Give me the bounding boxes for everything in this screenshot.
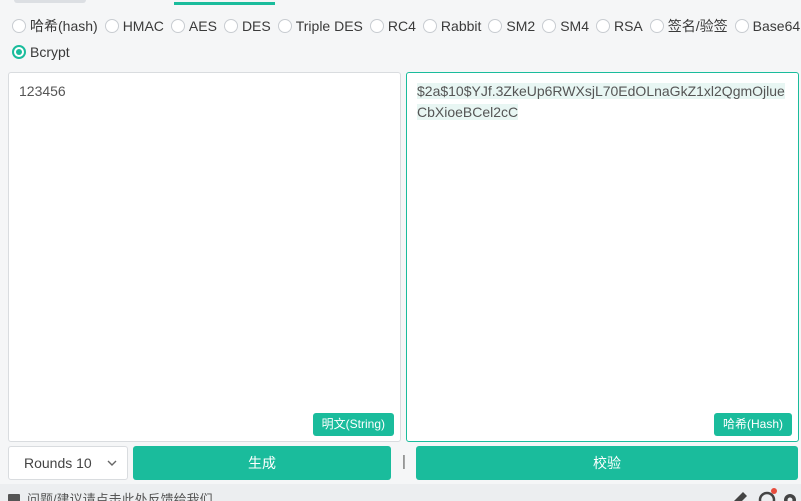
radio-label: RC4 [387, 18, 416, 34]
radio-label: 哈希(hash) [30, 18, 98, 34]
radio-sm4[interactable]: SM4 [542, 18, 589, 34]
top-button-stub[interactable] [14, 0, 86, 3]
controls-bar: Rounds 10 生成 | 校验 [8, 446, 801, 480]
edit-icon[interactable] [733, 492, 747, 501]
algorithm-radio-group: 哈希(hash) HMAC AES DES Triple DES RC4 Rab… [12, 16, 800, 68]
radio-row-2: Bcrypt [12, 42, 792, 62]
feedback-text[interactable]: 问题/建议请点击此处反馈给我们 [27, 489, 213, 501]
radio-dot [12, 19, 26, 33]
radio-bcrypt[interactable]: Bcrypt [12, 44, 70, 60]
radio-dot [104, 19, 119, 33]
rounds-select[interactable]: Rounds 10 [8, 446, 128, 480]
radio-dot [422, 19, 437, 33]
radio-label: AES [188, 18, 217, 34]
radio-dot [223, 19, 238, 33]
radio-sign-verify[interactable]: 签名/验签 [649, 16, 728, 36]
plaintext-tag: 明文(String) [312, 413, 394, 436]
history-icon[interactable] [758, 488, 777, 501]
radio-label: SM2 [506, 18, 536, 34]
active-tab-indicator [174, 2, 275, 5]
top-edge [0, 0, 801, 5]
radio-hmac[interactable]: HMAC [104, 18, 164, 34]
plaintext-input-panel[interactable]: 123456 明文(String) [8, 72, 401, 442]
hash-output-panel[interactable]: $2a$10$YJf.3ZkeUp6RWXsjL70EdOLnaGkZ1xl2Q… [406, 72, 799, 442]
radio-dot [277, 19, 292, 33]
radio-dot [734, 19, 749, 33]
radio-label: SM4 [560, 18, 589, 34]
rounds-select-value: Rounds 10 [24, 455, 92, 471]
hash-output[interactable]: $2a$10$YJf.3ZkeUp6RWXsjL70EdOLnaGkZ1xl2Q… [417, 81, 790, 123]
radio-dot [542, 19, 557, 33]
radio-rc4[interactable]: RC4 [369, 18, 416, 34]
footer-toolbar [733, 488, 796, 501]
radio-aes[interactable]: AES [170, 18, 217, 34]
radio-triple-des[interactable]: Triple DES [277, 18, 363, 34]
radio-dot [170, 19, 185, 33]
radio-sm2[interactable]: SM2 [488, 18, 535, 34]
radio-dot-selected [12, 45, 26, 59]
radio-label: 签名/验签 [667, 18, 728, 34]
plaintext-input[interactable]: 123456 [19, 81, 392, 102]
radio-rsa[interactable]: RSA [595, 18, 643, 34]
radio-hash[interactable]: 哈希(hash) [12, 16, 98, 36]
radio-dot [595, 19, 610, 33]
radio-rabbit[interactable]: Rabbit [422, 18, 482, 34]
radio-dot [488, 19, 503, 33]
radio-label: Triple DES [295, 18, 363, 34]
feedback-footer[interactable]: 问题/建议请点击此处反馈给我们 [0, 484, 801, 501]
radio-dot [369, 19, 384, 33]
radio-des[interactable]: DES [223, 18, 271, 34]
radio-label: HMAC [122, 18, 164, 34]
radio-row-1: 哈希(hash) HMAC AES DES Triple DES RC4 Rab… [12, 16, 800, 36]
feedback-icon [8, 494, 20, 501]
chevron-down-icon [107, 460, 117, 466]
settings-icon[interactable] [784, 494, 796, 501]
radio-label: Base64 [752, 18, 801, 34]
radio-label: RSA [613, 18, 643, 34]
hash-tag: 哈希(Hash) [713, 413, 792, 436]
generate-button[interactable]: 生成 [133, 446, 391, 480]
radio-base64[interactable]: Base64 [734, 18, 801, 34]
button-separator: | [402, 453, 406, 470]
radio-label: Rabbit [440, 18, 482, 34]
verify-button[interactable]: 校验 [416, 446, 798, 480]
radio-label: Bcrypt [30, 44, 70, 60]
radio-label: DES [241, 18, 271, 34]
hash-output-text: $2a$10$YJf.3ZkeUp6RWXsjL70EdOLnaGkZ1xl2Q… [417, 83, 785, 120]
radio-dot [649, 19, 664, 33]
